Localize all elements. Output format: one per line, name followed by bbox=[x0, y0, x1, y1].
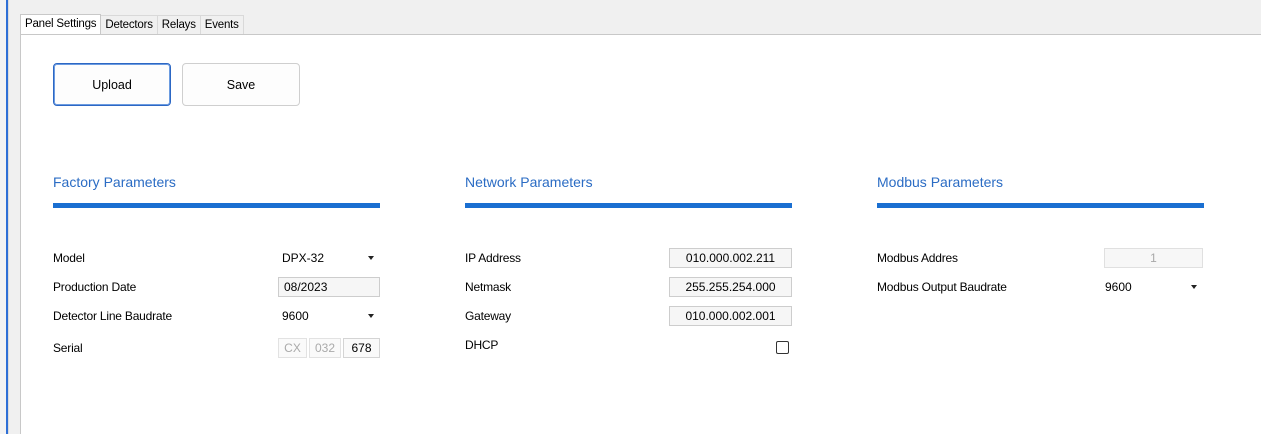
production-date-label: Production Date bbox=[53, 280, 137, 294]
model-label: Model bbox=[53, 251, 85, 265]
tab-events[interactable]: Events bbox=[199, 15, 244, 34]
modbus-parameters-rule bbox=[877, 203, 1204, 208]
chevron-down-icon bbox=[368, 256, 374, 260]
save-button[interactable]: Save bbox=[182, 63, 300, 106]
modbus-address-field: 1 bbox=[1104, 248, 1203, 268]
gateway-label: Gateway bbox=[465, 309, 511, 323]
panel-settings-page: Upload Save Factory Parameters Model DPX… bbox=[20, 34, 1261, 434]
netmask-field[interactable]: 255.255.254.000 bbox=[669, 277, 792, 297]
tab-detectors[interactable]: Detectors bbox=[100, 15, 158, 34]
ip-address-field[interactable]: 010.000.002.211 bbox=[669, 248, 792, 268]
dhcp-checkbox[interactable] bbox=[776, 341, 789, 354]
serial-label: Serial bbox=[53, 341, 83, 355]
model-select-value: DPX-32 bbox=[282, 251, 325, 265]
gateway-field[interactable]: 010.000.002.001 bbox=[669, 306, 792, 326]
serial-middle-field: 032 bbox=[309, 338, 341, 358]
upload-button[interactable]: Upload bbox=[53, 63, 171, 106]
network-parameters-rule bbox=[465, 203, 792, 208]
production-date-field[interactable]: 08/2023 bbox=[278, 277, 380, 297]
ip-address-label: IP Address bbox=[465, 251, 521, 265]
network-parameters-title: Network Parameters bbox=[465, 174, 593, 190]
dhcp-label: DHCP bbox=[465, 338, 499, 352]
serial-prefix-field: CX bbox=[278, 338, 307, 358]
detector-baudrate-label: Detector Line Baudrate bbox=[53, 309, 173, 323]
tab-panel-settings[interactable]: Panel Settings bbox=[20, 14, 102, 35]
detector-baudrate-select[interactable]: 9600 bbox=[278, 306, 380, 326]
tab-strip: Panel Settings Detectors Relays Events bbox=[20, 14, 244, 35]
factory-parameters-rule bbox=[53, 203, 380, 208]
window: Panel Settings Detectors Relays Events U… bbox=[0, 0, 1261, 434]
chevron-down-icon bbox=[368, 314, 374, 318]
tab-relays[interactable]: Relays bbox=[156, 15, 201, 34]
modbus-baudrate-label: Modbus Output Baudrate bbox=[877, 280, 1007, 294]
serial-number-field[interactable]: 678 bbox=[343, 338, 380, 358]
modbus-baudrate-select[interactable]: 9600 bbox=[1101, 277, 1203, 297]
modbus-address-label: Modbus Addres bbox=[877, 251, 958, 265]
modbus-baudrate-value: 9600 bbox=[1105, 280, 1132, 294]
factory-parameters-title: Factory Parameters bbox=[53, 174, 176, 190]
window-left-edge bbox=[0, 0, 9, 434]
model-select[interactable]: DPX-32 bbox=[278, 248, 380, 268]
modbus-parameters-title: Modbus Parameters bbox=[877, 174, 1004, 190]
netmask-label: Netmask bbox=[465, 280, 511, 294]
detector-baudrate-value: 9600 bbox=[282, 309, 309, 323]
window-accent-border bbox=[6, 0, 8, 434]
chevron-down-icon bbox=[1191, 285, 1197, 289]
